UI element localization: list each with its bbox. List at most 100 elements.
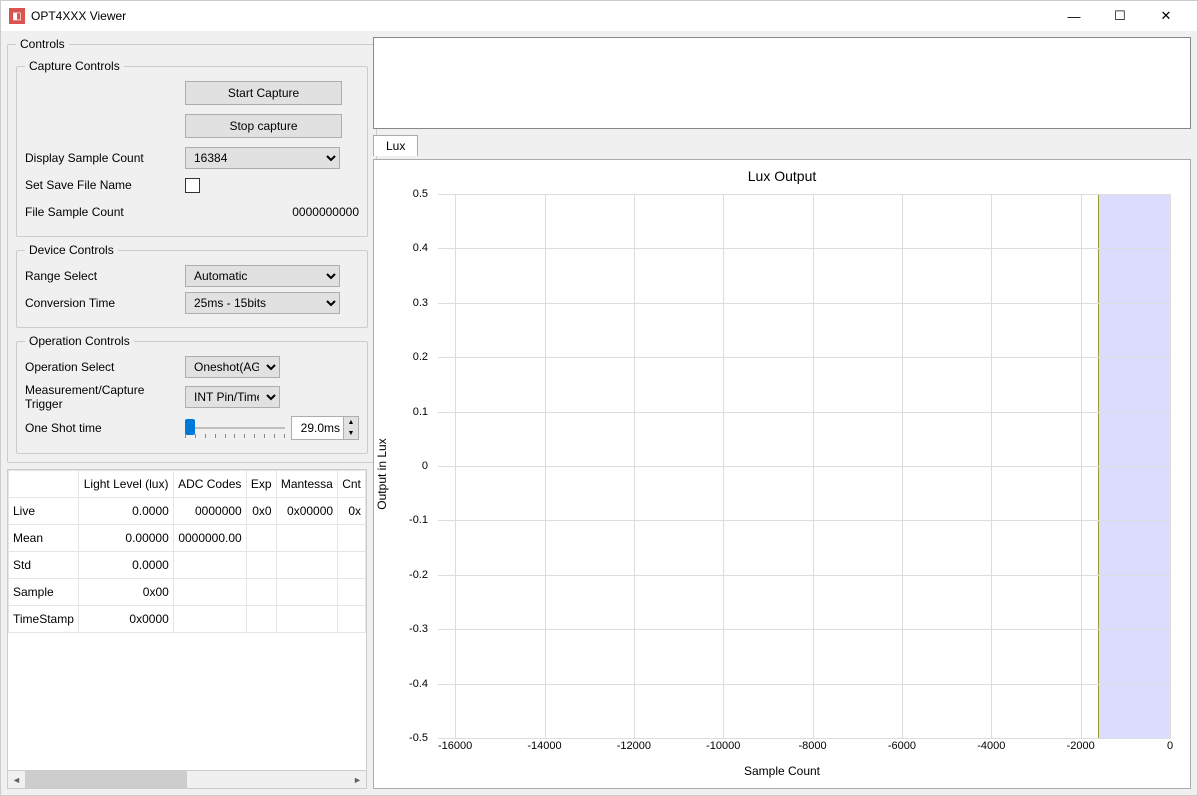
ytick: 0.4 [413,242,428,254]
table-header[interactable]: Mantessa [276,471,337,498]
table-cell [173,579,246,606]
ytick: 0 [422,460,428,472]
operation-select-label: Operation Select [25,360,185,374]
table-cell: 0.0000 [79,498,173,525]
ytick: -0.4 [409,678,428,690]
conversion-time-select[interactable]: 25ms - 15bits [185,292,340,314]
spinner-down-icon[interactable]: ▼ [344,428,358,439]
ytick: 0.2 [413,351,428,363]
ytick: -0.2 [409,569,428,581]
operation-controls-group: Operation Controls Operation Select Ones… [16,334,368,454]
table-cell [276,525,337,552]
maximize-button[interactable]: ☐ [1097,1,1143,31]
capture-legend: Capture Controls [25,59,124,73]
stop-capture-button[interactable]: Stop capture [185,114,342,138]
oneshot-time-label: One Shot time [25,421,185,435]
xtick: -8000 [799,740,827,752]
table-cell [338,579,366,606]
table-cell: 0x00000 [276,498,337,525]
xtick: -2000 [1067,740,1095,752]
table-cell [173,552,246,579]
conversion-time-label: Conversion Time [25,296,185,310]
title-bar[interactable]: ◧ OPT4XXX Viewer — ☐ ✕ [1,1,1197,31]
top-display-box [373,37,1191,129]
table-cell: 0000000.00 [173,525,246,552]
table-row: Live0.000000000000x00x000000x [9,498,366,525]
spinner-up-icon[interactable]: ▲ [344,417,358,428]
table-cell [246,525,276,552]
table-cell: 0x00 [79,579,173,606]
oneshot-slider[interactable] [185,417,285,439]
display-sample-count-select[interactable]: 16384 [185,147,340,169]
table-cell: TimeStamp [9,606,79,633]
table-cell: Std [9,552,79,579]
trigger-label: Measurement/Capture Trigger [25,383,185,411]
chart-xlabel: Sample Count [374,764,1190,778]
table-cell [338,525,366,552]
table-cell [338,552,366,579]
chart-title: Lux Output [374,168,1190,184]
device-controls-group: Device Controls Range Select Automatic C… [16,243,368,328]
operation-legend: Operation Controls [25,334,134,348]
trigger-select[interactable]: INT Pin/Timer [185,386,280,408]
table-cell [173,606,246,633]
table-hscrollbar[interactable]: ◄ ► [8,770,366,788]
table-cell [276,579,337,606]
xtick: -4000 [977,740,1005,752]
oneshot-value[interactable] [292,417,343,439]
table-cell [338,606,366,633]
table-cell [246,552,276,579]
table-row: Std0.0000 [9,552,366,579]
table-cell [276,606,337,633]
window-title: OPT4XXX Viewer [31,9,126,23]
ytick: 0.5 [413,188,428,200]
ytick: -0.3 [409,623,428,635]
table-cell: Live [9,498,79,525]
table-header[interactable] [9,471,79,498]
tab-lux[interactable]: Lux [373,135,418,156]
range-select[interactable]: Automatic [185,265,340,287]
table-cell: Sample [9,579,79,606]
table-cell [276,552,337,579]
xtick: -10000 [706,740,740,752]
xtick: 0 [1167,740,1173,752]
lux-chart[interactable]: Lux Output Output in Lux Sample Count 0.… [373,159,1191,789]
start-capture-button[interactable]: Start Capture [185,81,342,105]
app-window: ◧ OPT4XXX Viewer — ☐ ✕ Controls Capture … [0,0,1198,796]
table-row: Sample0x00 [9,579,366,606]
chart-tabbar: Lux [373,133,1191,155]
capture-controls-group: Capture Controls Start Capture Stop capt… [16,59,368,237]
app-icon: ◧ [9,8,25,24]
table-cell: 0.0000 [79,552,173,579]
table-cell: Mean [9,525,79,552]
save-file-checkbox[interactable] [185,178,200,193]
xtick: -14000 [527,740,561,752]
table-cell: 0x0000 [79,606,173,633]
ytick: 0.3 [413,297,428,309]
display-sample-count-label: Display Sample Count [25,151,185,165]
controls-legend: Controls [16,37,69,51]
controls-group: Controls Capture Controls Start Capture … [7,37,377,463]
close-button[interactable]: ✕ [1143,1,1189,31]
device-legend: Device Controls [25,243,118,257]
file-sample-count-value: 0000000000 [185,205,359,219]
minimize-button[interactable]: — [1051,1,1097,31]
data-table: Light Level (lux)ADC CodesExpMantessaCnt… [7,469,367,789]
range-select-label: Range Select [25,269,185,283]
table-header[interactable]: Light Level (lux) [79,471,173,498]
scroll-left-icon[interactable]: ◄ [8,771,25,788]
table-cell: 0x [338,498,366,525]
table-header[interactable]: Exp [246,471,276,498]
table-cell: 0000000 [173,498,246,525]
scroll-thumb[interactable] [25,771,187,788]
operation-select[interactable]: Oneshot(AGC) [185,356,280,378]
table-header[interactable]: Cnt [338,471,366,498]
xtick: -12000 [617,740,651,752]
scroll-right-icon[interactable]: ► [349,771,366,788]
file-sample-count-label: File Sample Count [25,205,185,219]
save-file-label: Set Save File Name [25,178,185,192]
table-cell: 0.00000 [79,525,173,552]
table-header[interactable]: ADC Codes [173,471,246,498]
xtick: -16000 [438,740,472,752]
oneshot-spinner[interactable]: ▲▼ [291,416,359,440]
